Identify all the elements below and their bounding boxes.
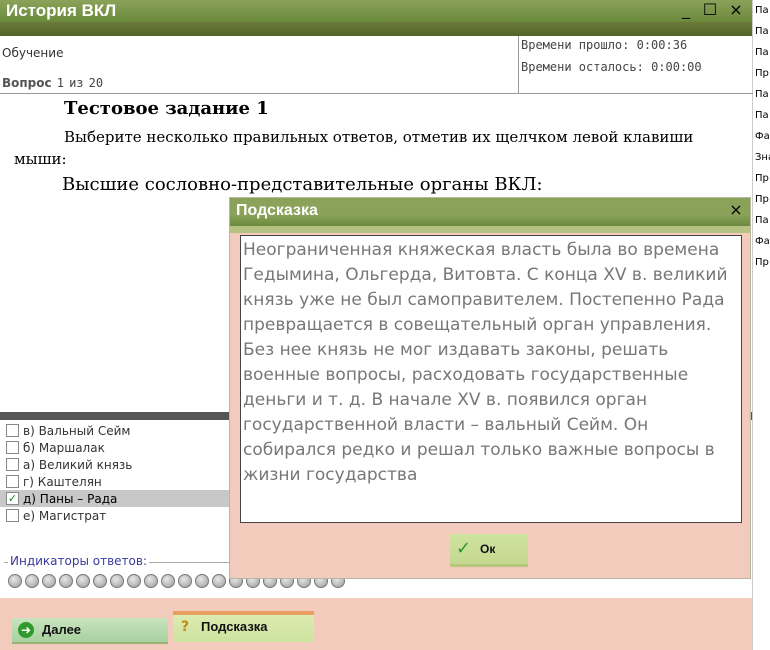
indicator-dot xyxy=(59,574,73,588)
hint-button-label: Подсказка xyxy=(201,619,268,634)
answer-option[interactable]: а) Великий князь xyxy=(0,456,230,473)
ok-button[interactable]: ✓ Ок xyxy=(450,534,528,567)
mode-label: Обучение xyxy=(2,46,64,60)
window-title: История ВКЛ xyxy=(6,1,117,20)
indicator-dot xyxy=(144,574,158,588)
maximize-button[interactable]: ☐ xyxy=(700,0,720,20)
dialog-title-bar: Подсказка × xyxy=(230,198,750,226)
answer-label: г) Каштелян xyxy=(23,474,102,489)
indicator-dot xyxy=(25,574,39,588)
question-number: 1 xyxy=(56,76,64,90)
remaining-time: Времени осталось: 0:00:00 xyxy=(521,60,702,74)
question-mark-icon: ? xyxy=(181,619,190,635)
indicator-dot xyxy=(110,574,124,588)
hint-dialog: Подсказка × Неограниченная княжеская вла… xyxy=(230,198,750,578)
background-text-line: Пр xyxy=(755,194,769,205)
ok-button-label: Ок xyxy=(480,542,496,556)
background-text-line: Па xyxy=(755,26,769,37)
background-text-line: Пр xyxy=(755,257,769,268)
background-text-line: Зна xyxy=(755,152,770,163)
answer-checkbox[interactable] xyxy=(6,509,19,522)
elapsed-time: Времени прошло: 0:00:36 xyxy=(521,38,687,52)
answer-option[interactable]: г) Каштелян xyxy=(0,473,230,490)
indicator-dot xyxy=(127,574,141,588)
answer-checkbox[interactable] xyxy=(6,475,19,488)
answer-label: в) Вальный Сейм xyxy=(23,423,131,438)
indicator-dot xyxy=(178,574,192,588)
indicators-label: Индикаторы ответов: xyxy=(8,554,149,568)
answer-option[interactable]: ✓ д) Паны – Рада xyxy=(0,490,230,507)
hint-text-box[interactable]: Неограниченная княжеская власть была во … xyxy=(240,235,742,523)
remaining-label: Времени осталось: xyxy=(521,60,644,74)
background-text-line: Фа xyxy=(755,131,770,142)
background-text-line: Па xyxy=(755,47,769,58)
answer-option[interactable]: б) Маршалак xyxy=(0,439,230,456)
answer-checkbox[interactable] xyxy=(6,458,19,471)
indicator-dot xyxy=(42,574,56,588)
background-text-line: Па xyxy=(755,5,769,16)
arrow-right-icon: ➜ xyxy=(18,622,34,638)
elapsed-label: Времени прошло: xyxy=(521,38,630,52)
background-text-line: Фа xyxy=(755,236,770,247)
checkmark-icon: ✓ xyxy=(456,538,472,559)
dialog-strip xyxy=(230,226,750,233)
elapsed-value: 0:00:36 xyxy=(636,38,688,52)
background-text-line: Пр xyxy=(755,173,769,184)
answer-label: е) Магистрат xyxy=(23,508,107,523)
title-bar: История ВКЛ _ ☐ × xyxy=(0,0,752,22)
minimize-button[interactable]: _ xyxy=(676,0,696,20)
question-heading: Тестовое задание 1 xyxy=(64,98,269,119)
question-label: Вопрос xyxy=(2,76,52,90)
next-button-label: Далее xyxy=(42,622,82,637)
background-text-line: Па xyxy=(755,89,769,100)
hint-text: Неограниченная княжеская власть была во … xyxy=(243,240,728,485)
hint-button[interactable]: ? Подсказка xyxy=(173,611,314,642)
next-button[interactable]: ➜ Далее xyxy=(12,618,168,644)
indicator-dot xyxy=(76,574,90,588)
background-window-strip: Па Па Па Пр Па Па Фа Зна Пр Пр Па Фа Пр xyxy=(752,0,770,650)
question-text: Высшие сословно-представительные органы … xyxy=(62,174,543,195)
answer-label: б) Маршалак xyxy=(23,440,105,455)
indicator-dot xyxy=(195,574,209,588)
answer-checkbox[interactable] xyxy=(6,424,19,437)
question-counter: Вопрос 1 из 20 xyxy=(2,72,103,91)
dialog-title: Подсказка xyxy=(236,202,318,219)
answer-checkbox[interactable] xyxy=(6,441,19,454)
title-subbar xyxy=(0,22,752,36)
indicator-dot xyxy=(8,574,22,588)
close-button[interactable]: × xyxy=(726,0,746,20)
indicator-dot xyxy=(161,574,175,588)
dialog-close-button[interactable]: × xyxy=(726,200,746,220)
answer-checkbox[interactable]: ✓ xyxy=(6,492,19,505)
remaining-value: 0:00:00 xyxy=(651,60,702,74)
test-info-panel: Обучение Вопрос 1 из 20 xyxy=(0,36,518,94)
answer-label: а) Великий князь xyxy=(23,457,133,472)
indicator-dot xyxy=(212,574,226,588)
indicator-dot xyxy=(93,574,107,588)
question-instruction: Выберите несколько правильных ответов, о… xyxy=(14,128,694,168)
question-total: 20 xyxy=(88,76,104,90)
answer-option[interactable]: е) Магистрат xyxy=(0,507,230,524)
background-text-line: Пр xyxy=(755,68,769,79)
answer-label: д) Паны – Рада xyxy=(23,491,118,506)
timer-panel: Времени прошло: 0:00:36 Времени осталось… xyxy=(518,36,753,94)
answers-list: в) Вальный Сейм б) Маршалак а) Великий кня… xyxy=(0,420,230,542)
question-of: из xyxy=(69,76,84,90)
background-text-line: Па xyxy=(755,215,769,226)
background-text-line: Па xyxy=(755,110,769,121)
answer-option[interactable]: в) Вальный Сейм xyxy=(0,422,230,439)
